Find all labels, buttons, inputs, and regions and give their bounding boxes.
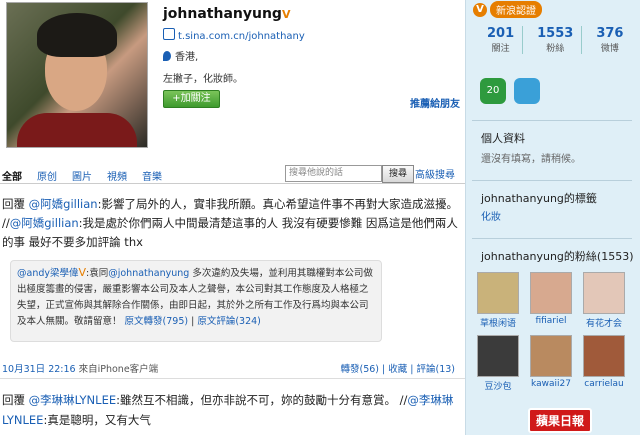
search-input[interactable]: 搜尋他說的話	[285, 165, 382, 182]
original-repost-link[interactable]: 原文轉發(795)	[125, 316, 189, 327]
medal-icon[interactable]: 20	[480, 78, 506, 104]
verified-icon: V	[281, 8, 291, 21]
fan-item[interactable]: carrielau	[582, 335, 626, 392]
mention-link[interactable]: @andy梁學偉	[17, 268, 79, 279]
fan-avatar	[530, 272, 572, 314]
verified-icon: V	[78, 266, 87, 279]
profile-url[interactable]: t.sina.com.cn/johnathany	[163, 28, 305, 42]
fan-item[interactable]: kawaii27	[529, 335, 573, 392]
tab-videos[interactable]: 視頻	[107, 168, 127, 183]
stat-posts[interactable]: 376 微博	[588, 26, 631, 54]
fan-item[interactable]: 豆沙包	[476, 335, 520, 392]
fan-item[interactable]: 有花才会	[582, 272, 626, 329]
feed-tabs: 全部 原创 圖片 視頻 音樂	[2, 168, 162, 183]
mention-link[interactable]: @阿嬌gillian	[29, 197, 98, 211]
profile-info-empty: 還沒有填寫，請稍候。	[481, 154, 581, 165]
stat-following[interactable]: 201 關注	[479, 26, 524, 54]
fan-avatar	[583, 272, 625, 314]
stat-followers[interactable]: 1553 粉絲	[529, 26, 583, 54]
original-comment-link[interactable]: 原文評論(324)	[197, 316, 261, 327]
stats-row: 201 關注 1553 粉絲 376 微博	[479, 26, 631, 54]
sofa-icon[interactable]	[514, 78, 540, 104]
profile-bio: 左撇子，化妝師。	[163, 74, 243, 85]
divider	[0, 378, 465, 379]
post-text: 回覆 @阿嬌gillian:影響了局外的人，實非我所願。真心希望這件事不再對大家…	[2, 197, 458, 249]
medal-icons: 20	[480, 78, 540, 104]
fan-avatar	[477, 335, 519, 377]
post-date[interactable]: 10月31日 22:16	[2, 364, 76, 375]
tab-images[interactable]: 圖片	[72, 168, 92, 183]
sidebar: V 新浪認證 201 關注 1553 粉絲 376 微博 20 個人資料 還沒有填寫，請…	[465, 0, 640, 435]
follow-button[interactable]: +加關注	[163, 90, 220, 108]
divider	[0, 183, 465, 184]
location-pin-icon	[163, 51, 171, 61]
apple-daily-watermark: 蘋果日報	[528, 408, 593, 433]
main-column: johnathanyungV t.sina.com.cn/johnathany …	[0, 0, 465, 435]
post-source[interactable]: 來自iPhone客户端	[79, 364, 159, 375]
fan-avatar	[530, 335, 572, 377]
mention-link[interactable]: @李琳琳LYNLEE	[29, 393, 116, 407]
verified-icon: V	[473, 2, 487, 17]
tab-original[interactable]: 原创	[37, 168, 57, 183]
mention-link[interactable]: @johnathanyung	[108, 268, 189, 279]
divider	[472, 180, 632, 181]
search-button[interactable]: 搜尋	[382, 165, 414, 183]
mention-link[interactable]: @阿嬌gillian	[10, 216, 79, 230]
post-text: 回覆 @李琳琳LYNLEE:雖然互不相識，但亦非說不可，妳的鼓勵十分有意賞。 /…	[2, 393, 454, 427]
divider	[472, 120, 632, 121]
link-icon	[163, 28, 175, 40]
recommend-to-friends-link[interactable]: 推薦給朋友	[410, 95, 460, 110]
tab-all[interactable]: 全部	[2, 168, 22, 183]
fan-item[interactable]: fifiariel	[529, 272, 573, 329]
profile-avatar[interactable]	[6, 2, 148, 148]
fan-avatar	[477, 272, 519, 314]
profile-location: 香港,	[163, 48, 198, 63]
tag-link[interactable]: 化妝	[481, 208, 501, 223]
tab-music[interactable]: 音樂	[142, 168, 162, 183]
sina-verified-badge: V 新浪認證	[473, 1, 542, 18]
fan-item[interactable]: 草根闲语	[476, 272, 520, 329]
post-actions[interactable]: 轉發(56) | 收藏 | 評論(13)	[341, 361, 455, 375]
tags-heading: johnathanyung的標籤	[481, 192, 597, 205]
profile-username: johnathanyungV	[163, 6, 291, 22]
fans-grid: 草根闲语 fifiariel 有花才会 豆沙包 kawaii27 carriel…	[476, 272, 626, 392]
divider	[472, 238, 632, 239]
advanced-search-link[interactable]: 高級搜尋	[415, 166, 455, 181]
fan-avatar	[583, 335, 625, 377]
quoted-post: @andy梁學偉V:袁同@johnathanyung 多次違約及失場，並利用其職…	[10, 260, 382, 342]
profile-info-heading: 個人資料	[481, 132, 525, 145]
post-meta: 10月31日 22:16 來自iPhone客户端 轉發(56) | 收藏 | 評…	[2, 361, 460, 375]
fans-heading: johnathanyung的粉絲(1553)	[481, 250, 634, 263]
